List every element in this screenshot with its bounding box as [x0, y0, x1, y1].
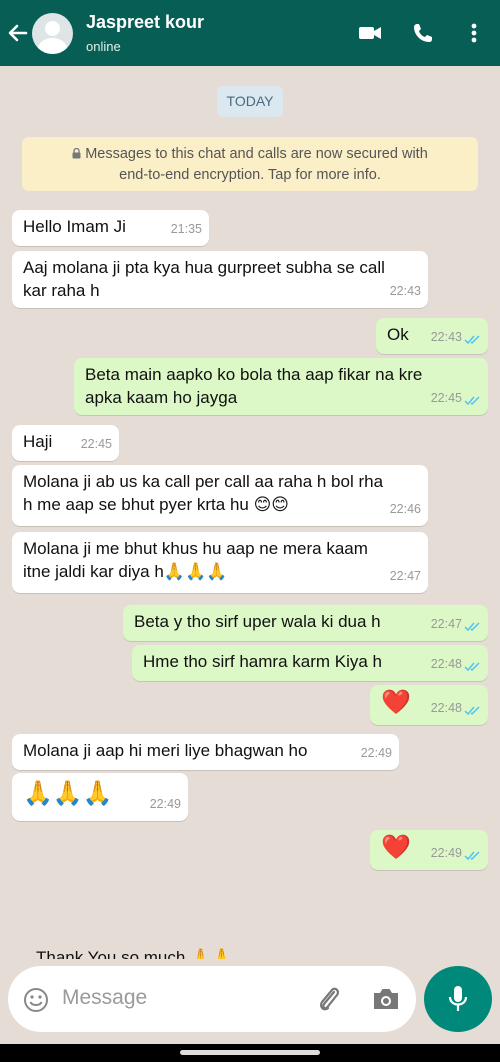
message-time: 22:48	[430, 701, 462, 715]
encryption-line-1: Messages to this chat and calls are now …	[85, 146, 428, 162]
message-text: Ok	[387, 325, 409, 344]
attach-icon[interactable]	[314, 983, 344, 1015]
message-text: Molana ji me bhut khus hu aap ne mera ka…	[23, 539, 368, 581]
message-text: Beta y tho sirf uper wala ki dua h	[134, 612, 381, 631]
double-check-icon	[464, 622, 480, 632]
lock-icon	[72, 148, 81, 159]
partial-message: Thank You so much 🙏🙏	[0, 945, 500, 959]
emoji-icon[interactable]	[22, 986, 50, 1014]
message-time: 22:49	[360, 746, 392, 760]
phone-icon[interactable]	[410, 20, 438, 46]
encryption-notice[interactable]: Messages to this chat and calls are now …	[22, 137, 478, 191]
message-text: Molana ji aap hi meri liye bhagwan ho	[23, 741, 308, 760]
folded-hands-emoji: 🙏🙏🙏	[23, 780, 113, 807]
camera-icon[interactable]	[370, 984, 402, 1014]
message-composer[interactable]: Message	[8, 966, 416, 1032]
heart-emoji: ❤️	[381, 689, 411, 716]
more-vert-icon[interactable]	[462, 20, 490, 46]
message-time: 22:49	[149, 797, 181, 811]
double-check-icon	[464, 396, 480, 406]
message-text: Aaj molana ji pta kya hua gurpreet subha…	[23, 258, 385, 300]
message-incoming[interactable]: Molana ji aap hi meri liye bhagwan ho 22…	[12, 734, 399, 770]
message-text: Molana ji ab us ka call per call aa raha…	[23, 472, 384, 514]
message-text: Haji	[23, 432, 53, 451]
message-outgoing[interactable]: ❤️ 22:49	[370, 830, 488, 870]
partial-message-text: Thank You so much 🙏🙏	[36, 948, 233, 959]
double-check-icon	[464, 706, 480, 716]
chat-header: Jaspreet kour online	[0, 0, 500, 66]
video-call-icon[interactable]	[356, 20, 384, 46]
message-time: 22:49	[430, 846, 462, 860]
message-incoming[interactable]: Hello Imam Ji 21:35	[12, 210, 209, 246]
heart-emoji: ❤️	[381, 834, 411, 861]
mic-button[interactable]	[424, 966, 492, 1032]
message-text: Hme tho sirf hamra karm Kiya h	[143, 652, 383, 671]
message-time: 21:35	[170, 222, 202, 236]
double-check-icon	[464, 851, 480, 861]
message-outgoing[interactable]: Beta y tho sirf uper wala ki dua h 22:47	[123, 605, 488, 641]
message-incoming[interactable]: Molana ji ab us ka call per call aa raha…	[12, 465, 428, 526]
back-arrow-icon[interactable]	[6, 18, 30, 48]
contact-name[interactable]: Jaspreet kour	[86, 12, 204, 33]
message-time: 22:46	[389, 502, 421, 516]
message-outgoing[interactable]: Hme tho sirf hamra karm Kiya h 22:48	[132, 645, 488, 681]
message-incoming[interactable]: Molana ji me bhut khus hu aap ne mera ka…	[12, 532, 428, 593]
message-incoming[interactable]: Haji 22:45	[12, 425, 119, 461]
message-time: 22:47	[389, 569, 421, 583]
message-time: 22:43	[430, 330, 462, 344]
encryption-line-2: end-to-end encryption. Tap for more info…	[119, 167, 381, 183]
message-time: 22:45	[430, 391, 462, 405]
message-time: 22:45	[80, 437, 112, 451]
message-time: 22:48	[430, 657, 462, 671]
double-check-icon	[464, 662, 480, 672]
message-text: Beta main aapko ko bola tha aap fikar na…	[85, 365, 423, 407]
mic-icon	[448, 986, 468, 1011]
double-check-icon	[464, 335, 480, 345]
avatar[interactable]	[32, 13, 73, 54]
home-indicator[interactable]	[180, 1050, 320, 1055]
system-nav-bar	[0, 1044, 500, 1062]
message-incoming[interactable]: Aaj molana ji pta kya hua gurpreet subha…	[12, 251, 428, 308]
date-chip: TODAY	[217, 86, 283, 117]
message-time: 22:47	[430, 617, 462, 631]
contact-status: online	[86, 39, 121, 54]
message-time: 22:43	[389, 284, 421, 298]
message-input[interactable]: Message	[62, 986, 147, 1010]
message-outgoing[interactable]: Ok 22:43	[376, 318, 488, 354]
message-text: Hello Imam Ji	[23, 217, 126, 236]
message-incoming[interactable]: 🙏🙏🙏 22:49	[12, 773, 188, 821]
message-outgoing[interactable]: ❤️ 22:48	[370, 685, 488, 725]
message-outgoing[interactable]: Beta main aapko ko bola tha aap fikar na…	[74, 358, 488, 415]
